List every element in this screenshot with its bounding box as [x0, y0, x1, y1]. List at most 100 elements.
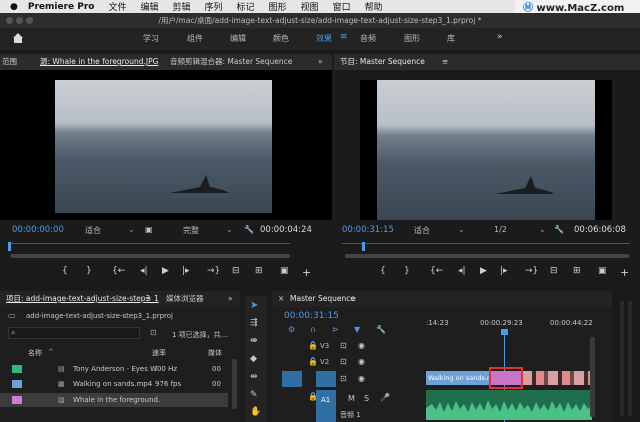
- wrench-icon[interactable]: 🔧: [244, 225, 254, 234]
- menu-marker[interactable]: 标记: [237, 0, 255, 13]
- source-timeline-ruler[interactable]: [8, 242, 290, 251]
- timeline-scrollbar[interactable]: [590, 337, 595, 417]
- tab-graphics[interactable]: 图形: [404, 33, 420, 44]
- panel-overflow-icon[interactable]: »: [318, 54, 323, 70]
- apple-icon[interactable]: ●: [10, 2, 18, 12]
- add-button-icon[interactable]: +: [302, 266, 311, 279]
- col-rate[interactable]: 速率: [152, 348, 166, 358]
- home-icon[interactable]: [12, 32, 24, 44]
- insert-icon[interactable]: ⊟: [232, 266, 240, 276]
- razor-icon[interactable]: ◆: [250, 354, 257, 364]
- mark-out-icon[interactable]: }: [404, 266, 410, 276]
- audio-mixer-tab[interactable]: 音频剪辑混合器: Master Sequence: [170, 54, 292, 70]
- list-item[interactable]: ▦ Walking on sands.mp4 976 fps 00: [0, 377, 240, 391]
- bin-icon[interactable]: ⊡: [150, 328, 157, 337]
- menu-icon[interactable]: ≡: [350, 291, 356, 307]
- program-zoom-bar[interactable]: [345, 254, 630, 258]
- source-fit-dropdown[interactable]: 适合: [85, 225, 101, 236]
- pen-icon[interactable]: ✎: [250, 390, 258, 400]
- menu-clip[interactable]: 剪辑: [173, 0, 191, 13]
- program-quality-dropdown[interactable]: 1/2: [494, 225, 507, 234]
- eye-icon[interactable]: ◉: [358, 357, 365, 366]
- lift-icon[interactable]: ⊟: [550, 266, 558, 276]
- program-timecode[interactable]: 00:00:31:15: [342, 225, 394, 235]
- menu-sequence[interactable]: 序列: [205, 0, 223, 13]
- track-target-a1[interactable]: [316, 390, 336, 422]
- menu-window[interactable]: 窗口: [333, 0, 351, 13]
- menu-help[interactable]: 帮助: [365, 0, 383, 13]
- snap-icon[interactable]: ∩: [310, 325, 316, 334]
- timeline-tab[interactable]: Master Sequence: [290, 291, 355, 307]
- wrench-icon[interactable]: 🔧: [554, 225, 564, 234]
- tab-audio[interactable]: 音频: [360, 33, 376, 44]
- scopes-tab[interactable]: 范围: [2, 54, 17, 70]
- tab-libraries[interactable]: 库: [447, 33, 455, 44]
- menu-file[interactable]: 文件: [108, 0, 126, 13]
- selection-tool-icon[interactable]: ➤: [250, 300, 258, 311]
- menu-view[interactable]: 视图: [301, 0, 319, 13]
- list-item[interactable]: ▤ Tony Anderson - Eyes W l00 Hz 00: [0, 362, 240, 376]
- project-tab[interactable]: 项目: add-image-text-adjust-size-step3_1: [6, 291, 159, 307]
- go-to-out-icon[interactable]: →}: [207, 266, 220, 276]
- mute-button[interactable]: M: [348, 394, 355, 403]
- play-icon[interactable]: ▶: [480, 266, 487, 276]
- source-monitor[interactable]: [0, 70, 332, 220]
- tab-color[interactable]: 颜色: [273, 33, 289, 44]
- col-media[interactable]: 媒体: [208, 348, 222, 358]
- playhead-marker[interactable]: [362, 242, 365, 251]
- timeline-timecode[interactable]: 00:00:31:15: [284, 311, 339, 321]
- tab-editing[interactable]: 编辑: [230, 33, 246, 44]
- settings-wrench-icon[interactable]: 🔧: [376, 325, 386, 334]
- slip-icon[interactable]: ⇹: [250, 372, 258, 382]
- source-tab[interactable]: 源: Whale in the foreground.JPG: [40, 54, 158, 70]
- export-frame-icon[interactable]: ▣: [598, 266, 607, 276]
- tab-effects[interactable]: 效果: [316, 33, 332, 44]
- export-frame-icon[interactable]: ▣: [280, 266, 289, 276]
- program-tab[interactable]: 节目: Master Sequence: [340, 54, 425, 70]
- eye-icon[interactable]: ◉: [358, 341, 365, 350]
- add-marker-icon[interactable]: ▼: [354, 325, 360, 334]
- window-controls[interactable]: [6, 17, 36, 25]
- step-back-icon[interactable]: ◂|: [458, 266, 466, 276]
- playhead-marker[interactable]: [8, 242, 11, 251]
- video-clip[interactable]: Walking on sands.mp4: [426, 371, 492, 385]
- tab-learn[interactable]: 学习: [143, 33, 159, 44]
- extract-icon[interactable]: ⊞: [573, 266, 581, 276]
- sync-lock-icon[interactable]: ⊡: [340, 357, 347, 366]
- lock-icon[interactable]: 🔒: [308, 341, 318, 350]
- eye-icon[interactable]: ◉: [358, 374, 365, 383]
- scrollbar[interactable]: [232, 359, 237, 409]
- overwrite-icon[interactable]: ⊞: [255, 266, 263, 276]
- video-clip-thumbs[interactable]: [522, 371, 592, 385]
- program-monitor[interactable]: [360, 80, 612, 220]
- app-menu[interactable]: Premiere Pro: [28, 2, 95, 12]
- tab-assembly[interactable]: 组件: [187, 33, 203, 44]
- step-forward-icon[interactable]: |▸: [500, 266, 508, 276]
- time-ruler[interactable]: :14:23 00:00:29:23 00:00:44:22: [426, 317, 596, 337]
- sync-lock-icon[interactable]: ⊡: [340, 341, 347, 350]
- media-browser-tab[interactable]: 媒体浏览器: [166, 291, 204, 307]
- list-item[interactable]: ▧ Whale in the foreground.: [0, 393, 228, 407]
- menu-edit[interactable]: 编辑: [140, 0, 158, 13]
- settings-icon[interactable]: ▣: [145, 225, 153, 234]
- sync-lock-icon[interactable]: ⊡: [340, 374, 347, 383]
- mark-out-icon[interactable]: }: [86, 266, 92, 276]
- menu-icon[interactable]: ≡: [145, 291, 151, 307]
- close-icon[interactable]: ×: [278, 291, 284, 307]
- go-to-in-icon[interactable]: {←: [112, 266, 125, 276]
- audio-waveform[interactable]: [426, 390, 592, 420]
- program-timeline-ruler[interactable]: [342, 242, 630, 251]
- step-back-icon[interactable]: ◂|: [140, 266, 148, 276]
- playhead-marker[interactable]: [501, 329, 508, 335]
- source-timecode[interactable]: 00:00:00:00: [12, 225, 64, 235]
- play-icon[interactable]: ▶: [162, 266, 169, 276]
- more-workspaces-icon[interactable]: »: [497, 32, 503, 42]
- lock-icon[interactable]: 🔒: [308, 357, 318, 366]
- solo-button[interactable]: S: [364, 394, 369, 403]
- go-to-in-icon[interactable]: {←: [430, 266, 443, 276]
- mark-in-icon[interactable]: {: [380, 266, 386, 276]
- lock-icon[interactable]: 🔒: [308, 392, 318, 401]
- source-zoom-bar[interactable]: [10, 254, 290, 258]
- linked-selection-icon[interactable]: ⊳: [332, 325, 339, 334]
- nest-icon[interactable]: ⚙: [288, 325, 295, 334]
